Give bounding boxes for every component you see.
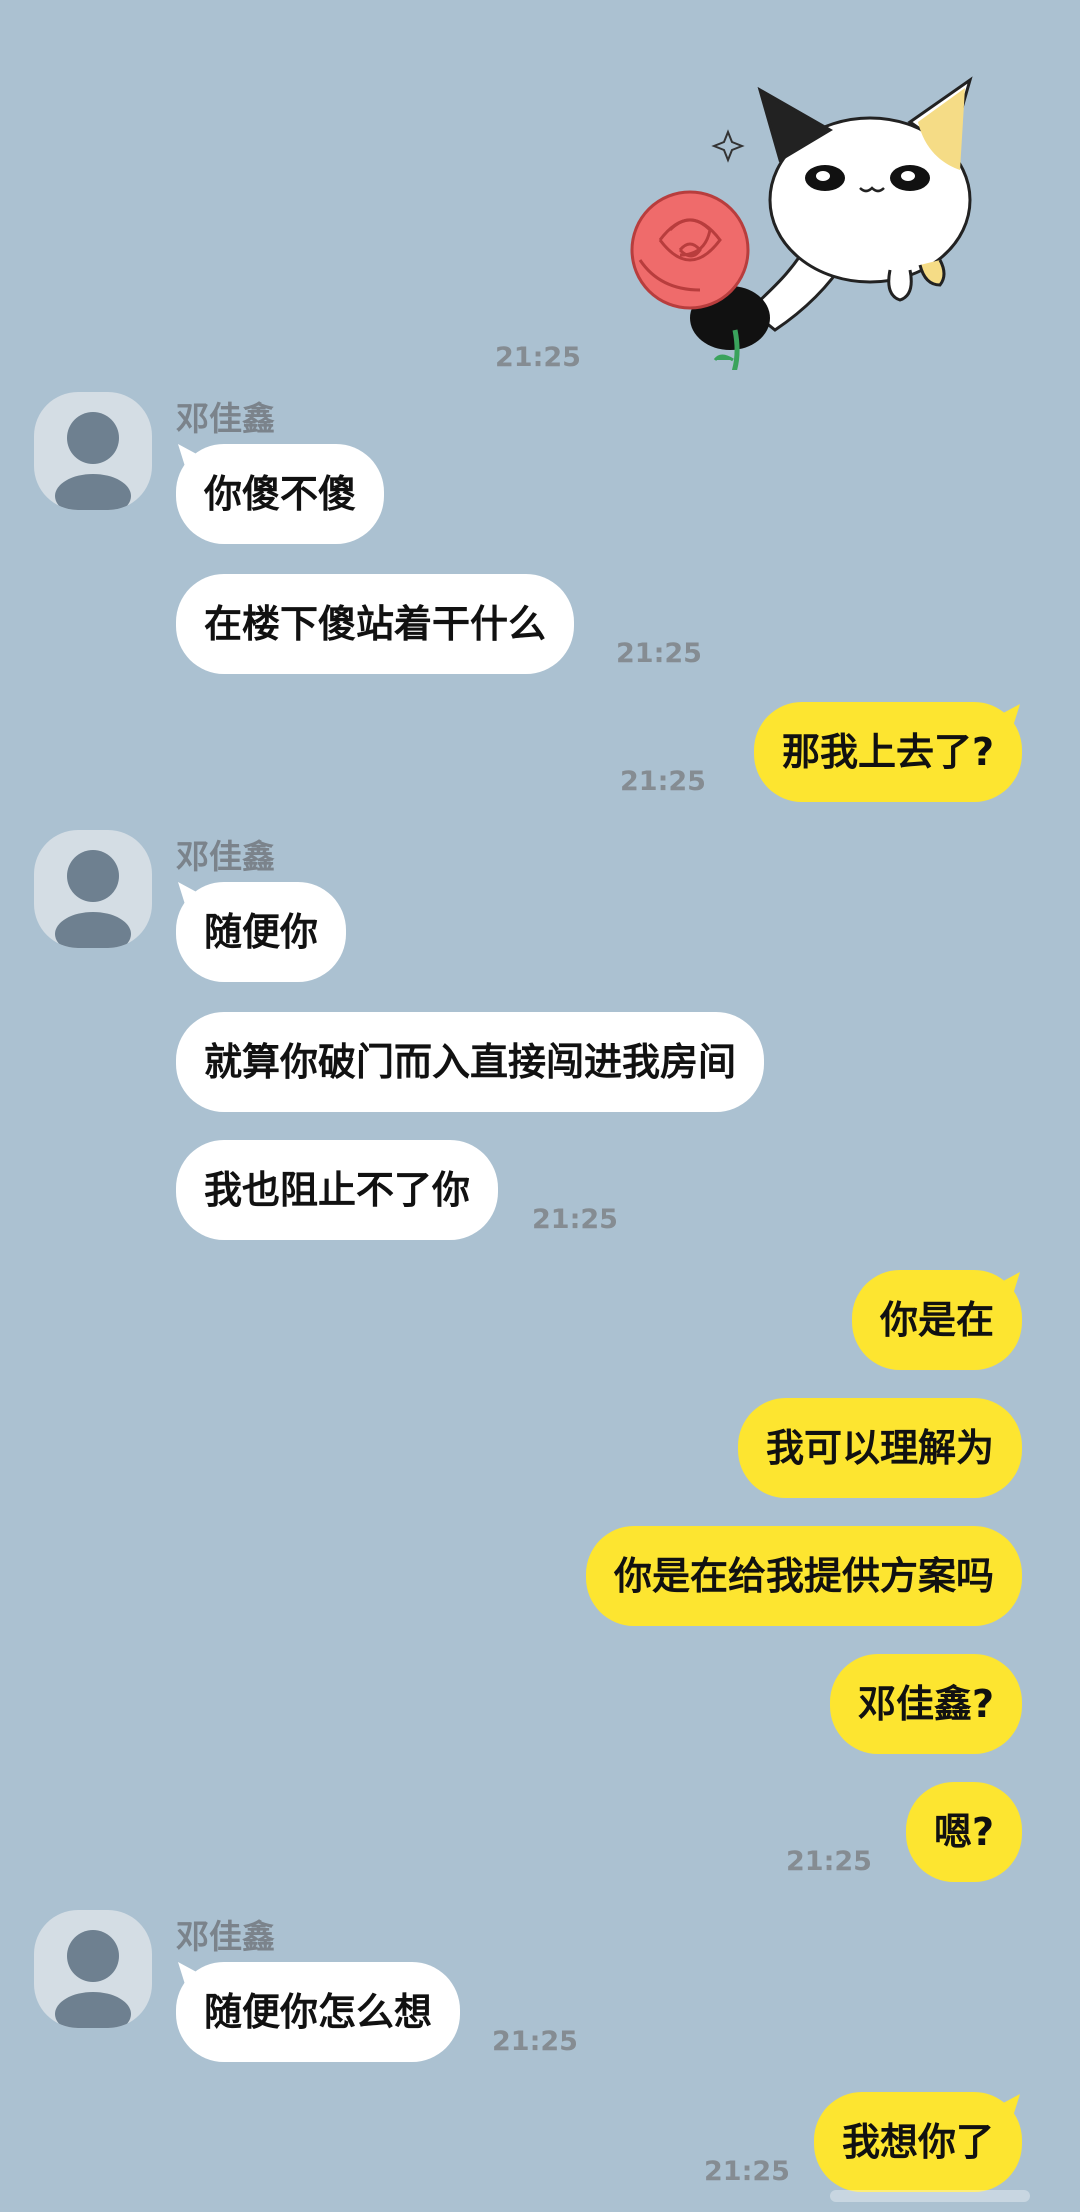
outgoing-message[interactable]: 那我上去了?: [753, 702, 1022, 802]
avatar[interactable]: [34, 392, 152, 510]
default-user-icon: [55, 412, 131, 510]
sender-name: 邓佳鑫: [176, 399, 275, 438]
default-user-icon: [55, 850, 131, 948]
sticker-timestamp: 21:25: [495, 342, 581, 373]
incoming-message[interactable]: 在楼下傻站着干什么: [176, 574, 575, 674]
avatar[interactable]: [34, 1910, 152, 2028]
avatar[interactable]: [34, 830, 152, 948]
outgoing-message[interactable]: 你是在: [851, 1270, 1022, 1370]
bubble-tail: [994, 704, 1020, 736]
default-user-icon: [55, 1930, 131, 2028]
message-timestamp: 21:25: [616, 638, 702, 669]
cat-holding-rose-icon: [630, 76, 973, 376]
message-timestamp: 21:25: [704, 2156, 790, 2187]
outgoing-message[interactable]: 嗯?: [905, 1782, 1022, 1882]
message-timestamp: 21:25: [532, 1204, 618, 1235]
outgoing-message[interactable]: 我想你了: [813, 2092, 1022, 2192]
incoming-message[interactable]: 你傻不傻: [176, 444, 385, 544]
outgoing-message[interactable]: 我可以理解为: [737, 1398, 1022, 1498]
outgoing-message[interactable]: 邓佳鑫?: [829, 1654, 1022, 1754]
message-timestamp: 21:25: [786, 1846, 872, 1877]
sender-name: 邓佳鑫: [176, 1917, 275, 1956]
incoming-message[interactable]: 随便你: [176, 882, 347, 982]
message-timestamp: 21:25: [620, 766, 706, 797]
incoming-message[interactable]: 随便你怎么想: [176, 1962, 461, 2062]
incoming-message[interactable]: 我也阻止不了你: [176, 1140, 499, 1240]
message-timestamp: 21:25: [492, 2026, 578, 2057]
watermark-decoration: [830, 2190, 1030, 2202]
cat-rose-sticker[interactable]: [620, 60, 980, 376]
incoming-message[interactable]: 就算你破门而入直接闯进我房间: [176, 1012, 765, 1112]
outgoing-message[interactable]: 你是在给我提供方案吗: [585, 1526, 1022, 1626]
sender-name: 邓佳鑫: [176, 837, 275, 876]
